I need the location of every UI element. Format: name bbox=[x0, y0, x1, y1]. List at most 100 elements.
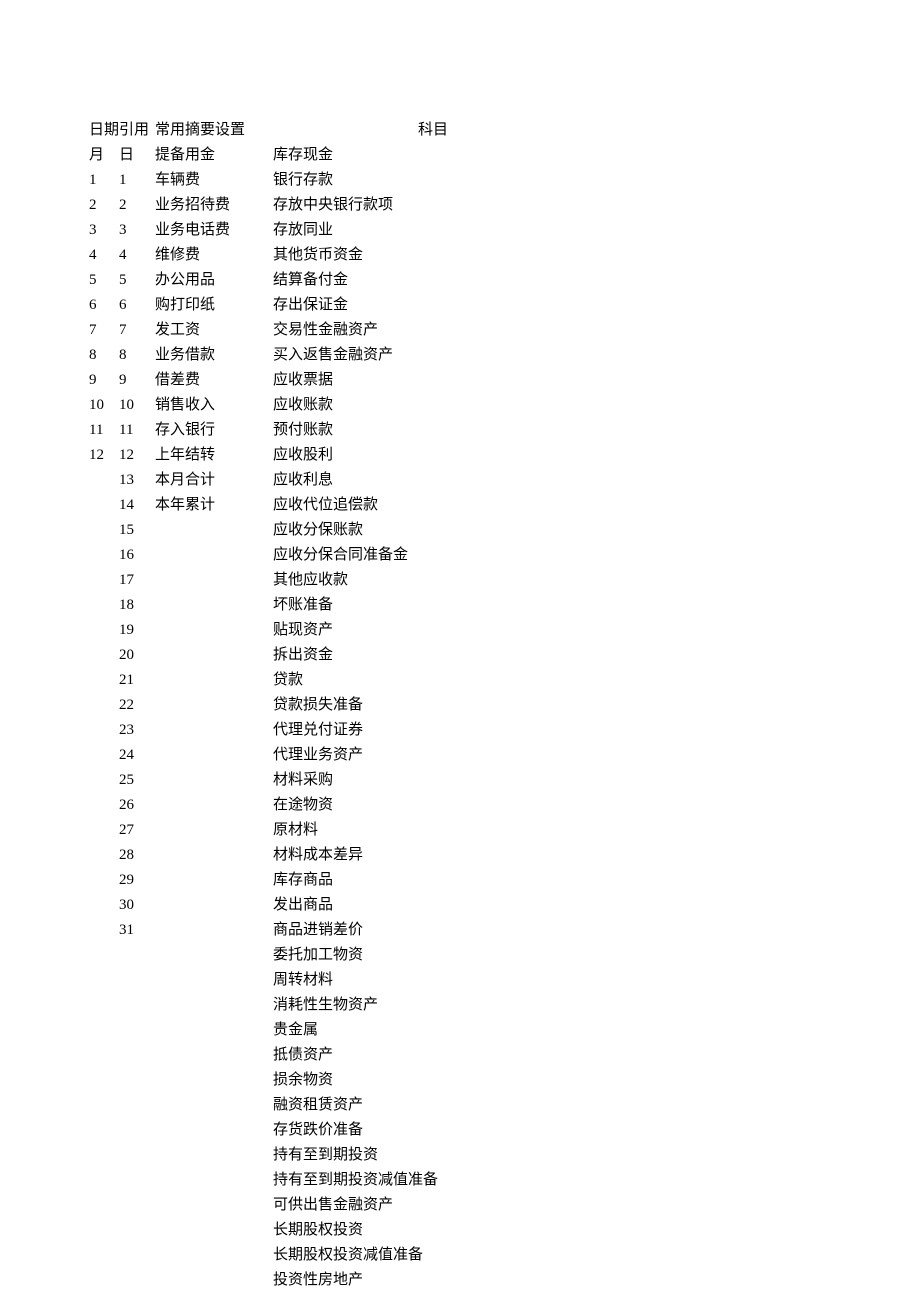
month-cell: 6 bbox=[89, 293, 119, 318]
column-day: 日 1 2 3 4 5 6 7 8 9 10 11 12 13 14 15 16… bbox=[119, 143, 155, 943]
subject-cell: 应收分保合同准备金 bbox=[273, 543, 593, 568]
day-cell: 3 bbox=[119, 218, 155, 243]
day-cell: 30 bbox=[119, 893, 155, 918]
summary-cell: 购打印纸 bbox=[155, 293, 273, 318]
subject-cell: 贴现资产 bbox=[273, 618, 593, 643]
subject-cell: 应收代位追偿款 bbox=[273, 493, 593, 518]
day-cell: 27 bbox=[119, 818, 155, 843]
summary-cell: 本年累计 bbox=[155, 493, 273, 518]
summary-cell: 销售收入 bbox=[155, 393, 273, 418]
month-cell: 7 bbox=[89, 318, 119, 343]
subject-cell: 贷款损失准备 bbox=[273, 693, 593, 718]
header-day: 日 bbox=[119, 143, 155, 168]
day-cell: 18 bbox=[119, 593, 155, 618]
day-cell: 29 bbox=[119, 868, 155, 893]
subject-cell: 应收利息 bbox=[273, 468, 593, 493]
subject-cell: 持有至到期投资减值准备 bbox=[273, 1168, 593, 1193]
subject-cell: 损余物资 bbox=[273, 1068, 593, 1093]
summary-cell: 本月合计 bbox=[155, 468, 273, 493]
subject-cell: 应收股利 bbox=[273, 443, 593, 468]
day-cell: 21 bbox=[119, 668, 155, 693]
day-cell: 31 bbox=[119, 918, 155, 943]
subject-cell: 持有至到期投资 bbox=[273, 1143, 593, 1168]
day-cell: 7 bbox=[119, 318, 155, 343]
subject-cell: 坏账准备 bbox=[273, 593, 593, 618]
month-cell: 3 bbox=[89, 218, 119, 243]
subject-cell: 存货跌价准备 bbox=[273, 1118, 593, 1143]
subject-cell: 发出商品 bbox=[273, 893, 593, 918]
summary-cell: 维修费 bbox=[155, 243, 273, 268]
day-cell: 13 bbox=[119, 468, 155, 493]
header-date-ref: 日期引用 bbox=[89, 118, 155, 143]
subject-cell: 预付账款 bbox=[273, 418, 593, 443]
summary-cell: 上年结转 bbox=[155, 443, 273, 468]
day-cell: 1 bbox=[119, 168, 155, 193]
column-summary: 提备用金 车辆费 业务招待费 业务电话费 维修费 办公用品 购打印纸 发工资 业… bbox=[155, 143, 273, 518]
subject-cell: 代理业务资产 bbox=[273, 743, 593, 768]
day-cell: 4 bbox=[119, 243, 155, 268]
day-cell: 12 bbox=[119, 443, 155, 468]
month-cell: 9 bbox=[89, 368, 119, 393]
month-cell: 10 bbox=[89, 393, 119, 418]
day-cell: 24 bbox=[119, 743, 155, 768]
document-page: 日期引用 常用摘要设置 科目 月 1 2 3 4 5 6 7 8 9 10 11… bbox=[0, 0, 920, 1301]
subject-cell: 抵债资产 bbox=[273, 1043, 593, 1068]
subject-cell: 银行存款 bbox=[273, 168, 593, 193]
header-summary: 常用摘要设置 bbox=[155, 118, 273, 143]
column-month: 月 1 2 3 4 5 6 7 8 9 10 11 12 bbox=[89, 143, 119, 468]
header-month: 月 bbox=[89, 143, 119, 168]
subject-cell: 周转材料 bbox=[273, 968, 593, 993]
subject-cell: 库存商品 bbox=[273, 868, 593, 893]
subject-cell: 商品进销差价 bbox=[273, 918, 593, 943]
subject-cell: 投资性房地产 bbox=[273, 1268, 593, 1293]
day-cell: 17 bbox=[119, 568, 155, 593]
day-cell: 9 bbox=[119, 368, 155, 393]
month-cell: 12 bbox=[89, 443, 119, 468]
subject-cell: 融资租赁资产 bbox=[273, 1093, 593, 1118]
summary-cell: 车辆费 bbox=[155, 168, 273, 193]
header-subject: 科目 bbox=[273, 118, 593, 143]
day-cell: 28 bbox=[119, 843, 155, 868]
subject-cell: 贵金属 bbox=[273, 1018, 593, 1043]
summary-cell: 业务借款 bbox=[155, 343, 273, 368]
day-cell: 16 bbox=[119, 543, 155, 568]
month-cell: 2 bbox=[89, 193, 119, 218]
day-cell: 23 bbox=[119, 718, 155, 743]
summary-cell: 提备用金 bbox=[155, 143, 273, 168]
day-cell: 8 bbox=[119, 343, 155, 368]
column-subject: 库存现金 银行存款 存放中央银行款项 存放同业 其他货币资金 结算备付金 存出保… bbox=[273, 143, 593, 1293]
subject-cell: 拆出资金 bbox=[273, 643, 593, 668]
header-row-1: 日期引用 常用摘要设置 科目 bbox=[89, 118, 920, 143]
subject-cell: 买入返售金融资产 bbox=[273, 343, 593, 368]
subject-cell: 存放中央银行款项 bbox=[273, 193, 593, 218]
month-cell: 11 bbox=[89, 418, 119, 443]
subject-cell: 材料成本差异 bbox=[273, 843, 593, 868]
day-cell: 14 bbox=[119, 493, 155, 518]
subject-cell: 委托加工物资 bbox=[273, 943, 593, 968]
subject-cell: 长期股权投资减值准备 bbox=[273, 1243, 593, 1268]
day-cell: 15 bbox=[119, 518, 155, 543]
month-cell: 4 bbox=[89, 243, 119, 268]
day-cell: 11 bbox=[119, 418, 155, 443]
day-cell: 19 bbox=[119, 618, 155, 643]
subject-cell: 在途物资 bbox=[273, 793, 593, 818]
subject-cell: 贷款 bbox=[273, 668, 593, 693]
subject-cell: 材料采购 bbox=[273, 768, 593, 793]
subject-cell: 消耗性生物资产 bbox=[273, 993, 593, 1018]
day-cell: 20 bbox=[119, 643, 155, 668]
summary-cell: 业务电话费 bbox=[155, 218, 273, 243]
body-columns: 月 1 2 3 4 5 6 7 8 9 10 11 12 日 1 2 3 4 5… bbox=[89, 143, 920, 1293]
subject-cell: 应收票据 bbox=[273, 368, 593, 393]
day-cell: 25 bbox=[119, 768, 155, 793]
day-cell: 10 bbox=[119, 393, 155, 418]
subject-cell: 应收分保账款 bbox=[273, 518, 593, 543]
summary-cell: 借差费 bbox=[155, 368, 273, 393]
summary-cell: 办公用品 bbox=[155, 268, 273, 293]
summary-cell: 业务招待费 bbox=[155, 193, 273, 218]
subject-cell: 库存现金 bbox=[273, 143, 593, 168]
subject-cell: 结算备付金 bbox=[273, 268, 593, 293]
summary-cell: 发工资 bbox=[155, 318, 273, 343]
summary-cell: 存入银行 bbox=[155, 418, 273, 443]
subject-cell: 代理兑付证券 bbox=[273, 718, 593, 743]
day-cell: 22 bbox=[119, 693, 155, 718]
